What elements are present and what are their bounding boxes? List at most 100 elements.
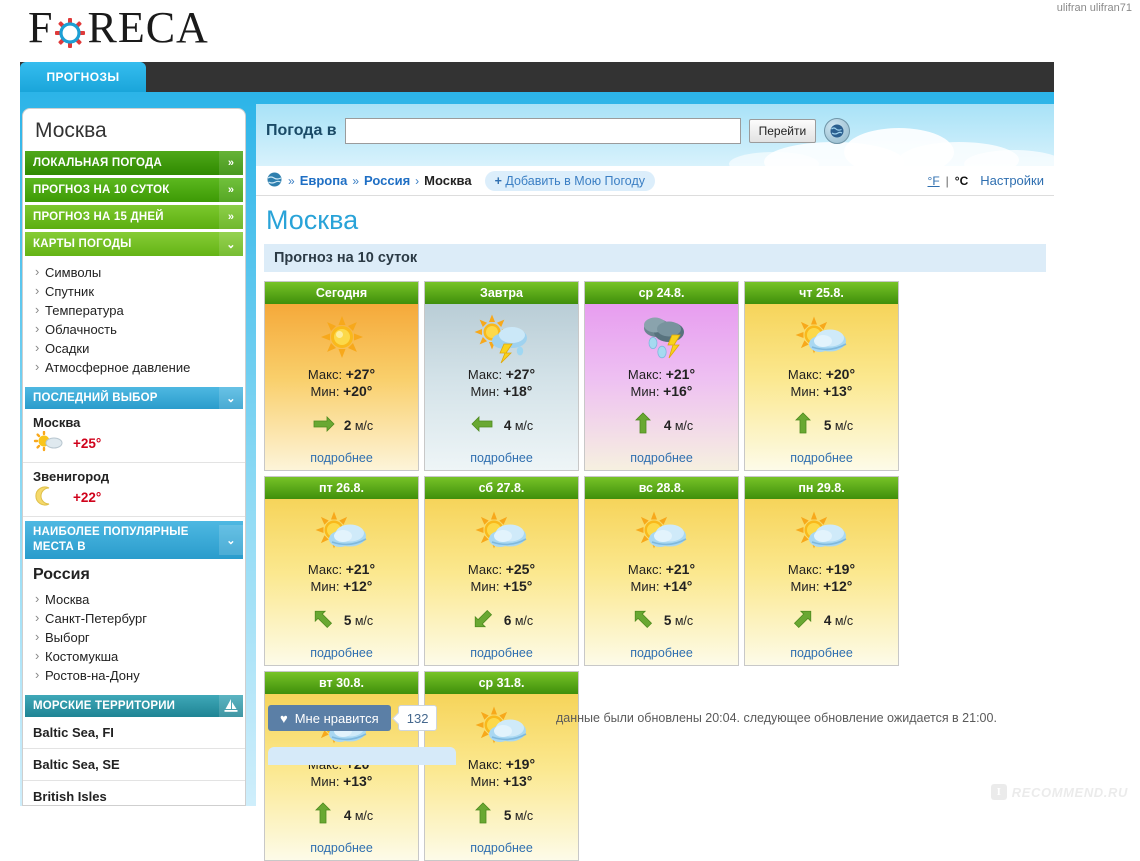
like-button-label: Мне нравится [294,710,379,726]
wind-unit: м/с [354,419,374,433]
forecast-more-link[interactable]: подробнее [630,451,693,465]
wind-speed: 6 [503,613,512,628]
sidebar-item-symbols[interactable]: Символы [33,263,245,282]
forecast-card-body: Макс: +27° Мин: +20° 2 м/с подробнее [265,304,418,470]
chevron-right-icon: » [219,151,243,175]
breadcrumb-europe[interactable]: Европа [300,173,348,188]
like-row: ♥ Мне нравится 132 данные были обновлены… [256,691,1054,731]
sidebar-item-15day-forecast[interactable]: ПРОГНОЗ НА 15 ДНЕЙ » [25,205,243,229]
list-item[interactable]: Санкт-Петербург [33,609,245,628]
search-input[interactable] [344,118,741,144]
sidebar-item-local-weather[interactable]: ЛОКАЛЬНАЯ ПОГОДА » [25,151,243,175]
min-temp: +15° [503,578,533,594]
wind-direction-arrow-icon [310,606,336,635]
forecast-card[interactable]: вс 28.8. Макс: +21° Мин: +14° 5 м/с подр… [584,476,739,666]
forecast-card[interactable]: пн 29.8. Макс: +19° Мин: +12° 4 м/с подр… [744,476,899,666]
logo-letters-reca: RECA [87,3,209,52]
sidebar-item-weather-maps[interactable]: КАРТЫ ПОГОДЫ ⌄ [25,232,243,256]
watermark: I RECOMMEND.RU [990,784,1128,800]
forecast-card[interactable]: сб 27.8. Макс: +25° Мин: +15° 6 м/с подр… [424,476,579,666]
forecast-card[interactable]: пт 26.8. Макс: +21° Мин: +12° 5 м/с подр… [264,476,419,666]
sidebar-item-cloudiness[interactable]: Облачность [33,320,245,339]
recent-city-temp: +22° [73,490,102,505]
forecast-more-link[interactable]: подробнее [470,841,533,855]
sidebar-item-10day-forecast[interactable]: ПРОГНОЗ НА 10 СУТОК » [25,178,243,202]
settings-link[interactable]: Настройки [980,173,1044,188]
list-item[interactable]: Костомукша [33,647,245,666]
watermark-text: RECOMMEND.RU [1011,784,1128,800]
forecast-card[interactable]: Завтра Макс: +27° Мин: +18° 4 м/с подроб… [424,281,579,471]
go-button[interactable]: Перейти [748,119,817,143]
share-widget-stub[interactable] [268,747,456,765]
forecast-wind: 5 м/с [790,411,853,440]
forecast-wind: 5 м/с [310,606,373,635]
forecast-more-link[interactable]: подробнее [310,451,373,465]
wind-direction-arrow-icon [470,801,496,830]
sidebar-item-pressure[interactable]: Атмосферное давление [33,358,245,377]
forecast-day-label: вс 28.8. [585,477,738,499]
forecast-day-label: Сегодня [265,282,418,304]
sidebar-item-satellite[interactable]: Спутник [33,282,245,301]
sidebar-item-label: ПРОГНОЗ НА 10 СУТОК [33,184,170,196]
site-logo[interactable]: F RECA [28,6,209,50]
max-label: Макс: [307,367,343,382]
update-status-text: данные были обновлены 20:04. следующее о… [556,711,997,725]
search-label: Погода в [266,122,337,139]
unit-fahrenheit[interactable]: °F [928,174,940,188]
sidebar-section-popular[interactable]: НАИБОЛЕЕ ПОПУЛЯРНЫЕ МЕСТА В ⌄ [25,521,243,559]
forecast-temps: Макс: +27° Мин: +20° [308,366,375,400]
forecast-more-link[interactable]: подробнее [470,646,533,660]
list-item[interactable]: Baltic Sea, SE [23,749,245,781]
max-temp: +21° [665,561,696,577]
forecast-more-link[interactable]: подробнее [310,841,373,855]
max-temp: +20° [825,366,856,382]
sun-storm-icon [470,310,534,366]
max-temp: +25° [505,561,536,577]
forecast-card-body: Макс: +25° Мин: +15° 6 м/с подробнее [425,499,578,665]
sidebar-item-temperature[interactable]: Температура [33,301,245,320]
sidebar-section-sea-areas[interactable]: МОРСКИЕ ТЕРРИТОРИИ [25,695,243,717]
forecast-more-link[interactable]: подробнее [310,646,373,660]
list-item[interactable]: British Isles [23,781,245,805]
wind-unit: м/с [514,614,534,628]
max-temp: +19° [825,561,856,577]
recent-city-row[interactable]: Звенигород +22° [23,463,245,517]
add-to-my-weather-button[interactable]: + Добавить в Мою Погоду [484,170,655,191]
tab-forecasts[interactable]: ПРОГНОЗЫ [20,62,146,92]
list-item[interactable]: Ростов-на-Дону [33,666,245,685]
forecast-card[interactable]: чт 25.8. Макс: +20° Мин: +13° 5 м/с подр… [744,281,899,471]
forecast-card[interactable]: ср 24.8. Макс: +21° Мин: +16° 4 м/с подр… [584,281,739,471]
popular-country-label: Россия [33,566,90,583]
sidebar: Москва ЛОКАЛЬНАЯ ПОГОДА » ПРОГНОЗ НА 10 … [22,108,246,806]
wind-unit: м/с [834,614,854,628]
sun-cloud-icon [790,310,854,366]
min-label: Мин: [790,579,820,594]
forecast-section-title: Прогноз на 10 суток [264,244,1046,272]
list-item[interactable]: Москва [33,590,245,609]
sidebar-section-recent[interactable]: ПОСЛЕДНИЙ ВЫБОР ⌄ [25,387,243,409]
sun-cloud-icon [310,505,374,561]
like-button[interactable]: ♥ Мне нравится [268,705,391,731]
forecast-card[interactable]: Сегодня Макс: +27° Мин: +20° 2 м/с подро… [264,281,419,471]
list-item[interactable]: Baltic Sea, FI [23,717,245,749]
wind-speed: 5 [343,613,352,628]
list-item[interactable]: Выборг [33,628,245,647]
max-temp: +19° [505,756,536,772]
forecast-more-link[interactable]: подробнее [790,451,853,465]
forecast-more-link[interactable]: подробнее [630,646,693,660]
search-banner: Погода в Перейти [256,104,1054,166]
unit-celsius[interactable]: °C [955,174,968,188]
breadcrumb-separator: › [415,173,420,188]
sidebar-item-precipitation[interactable]: Осадки [33,339,245,358]
like-count-badge[interactable]: 132 [397,705,438,731]
recent-city-row[interactable]: Москва +25° [23,409,245,463]
globe-icon[interactable] [824,118,851,144]
forecast-day-label: Завтра [425,282,578,304]
forecast-more-link[interactable]: подробнее [470,451,533,465]
forecast-wind: 5 м/с [630,606,693,635]
wind-speed: 5 [663,613,672,628]
forecast-card-body: Макс: +20° Мин: +13° 5 м/с подробнее [745,304,898,470]
sidebar-current-city: Москва [35,119,107,142]
forecast-more-link[interactable]: подробнее [790,646,853,660]
breadcrumb-russia[interactable]: Россия [364,173,410,188]
